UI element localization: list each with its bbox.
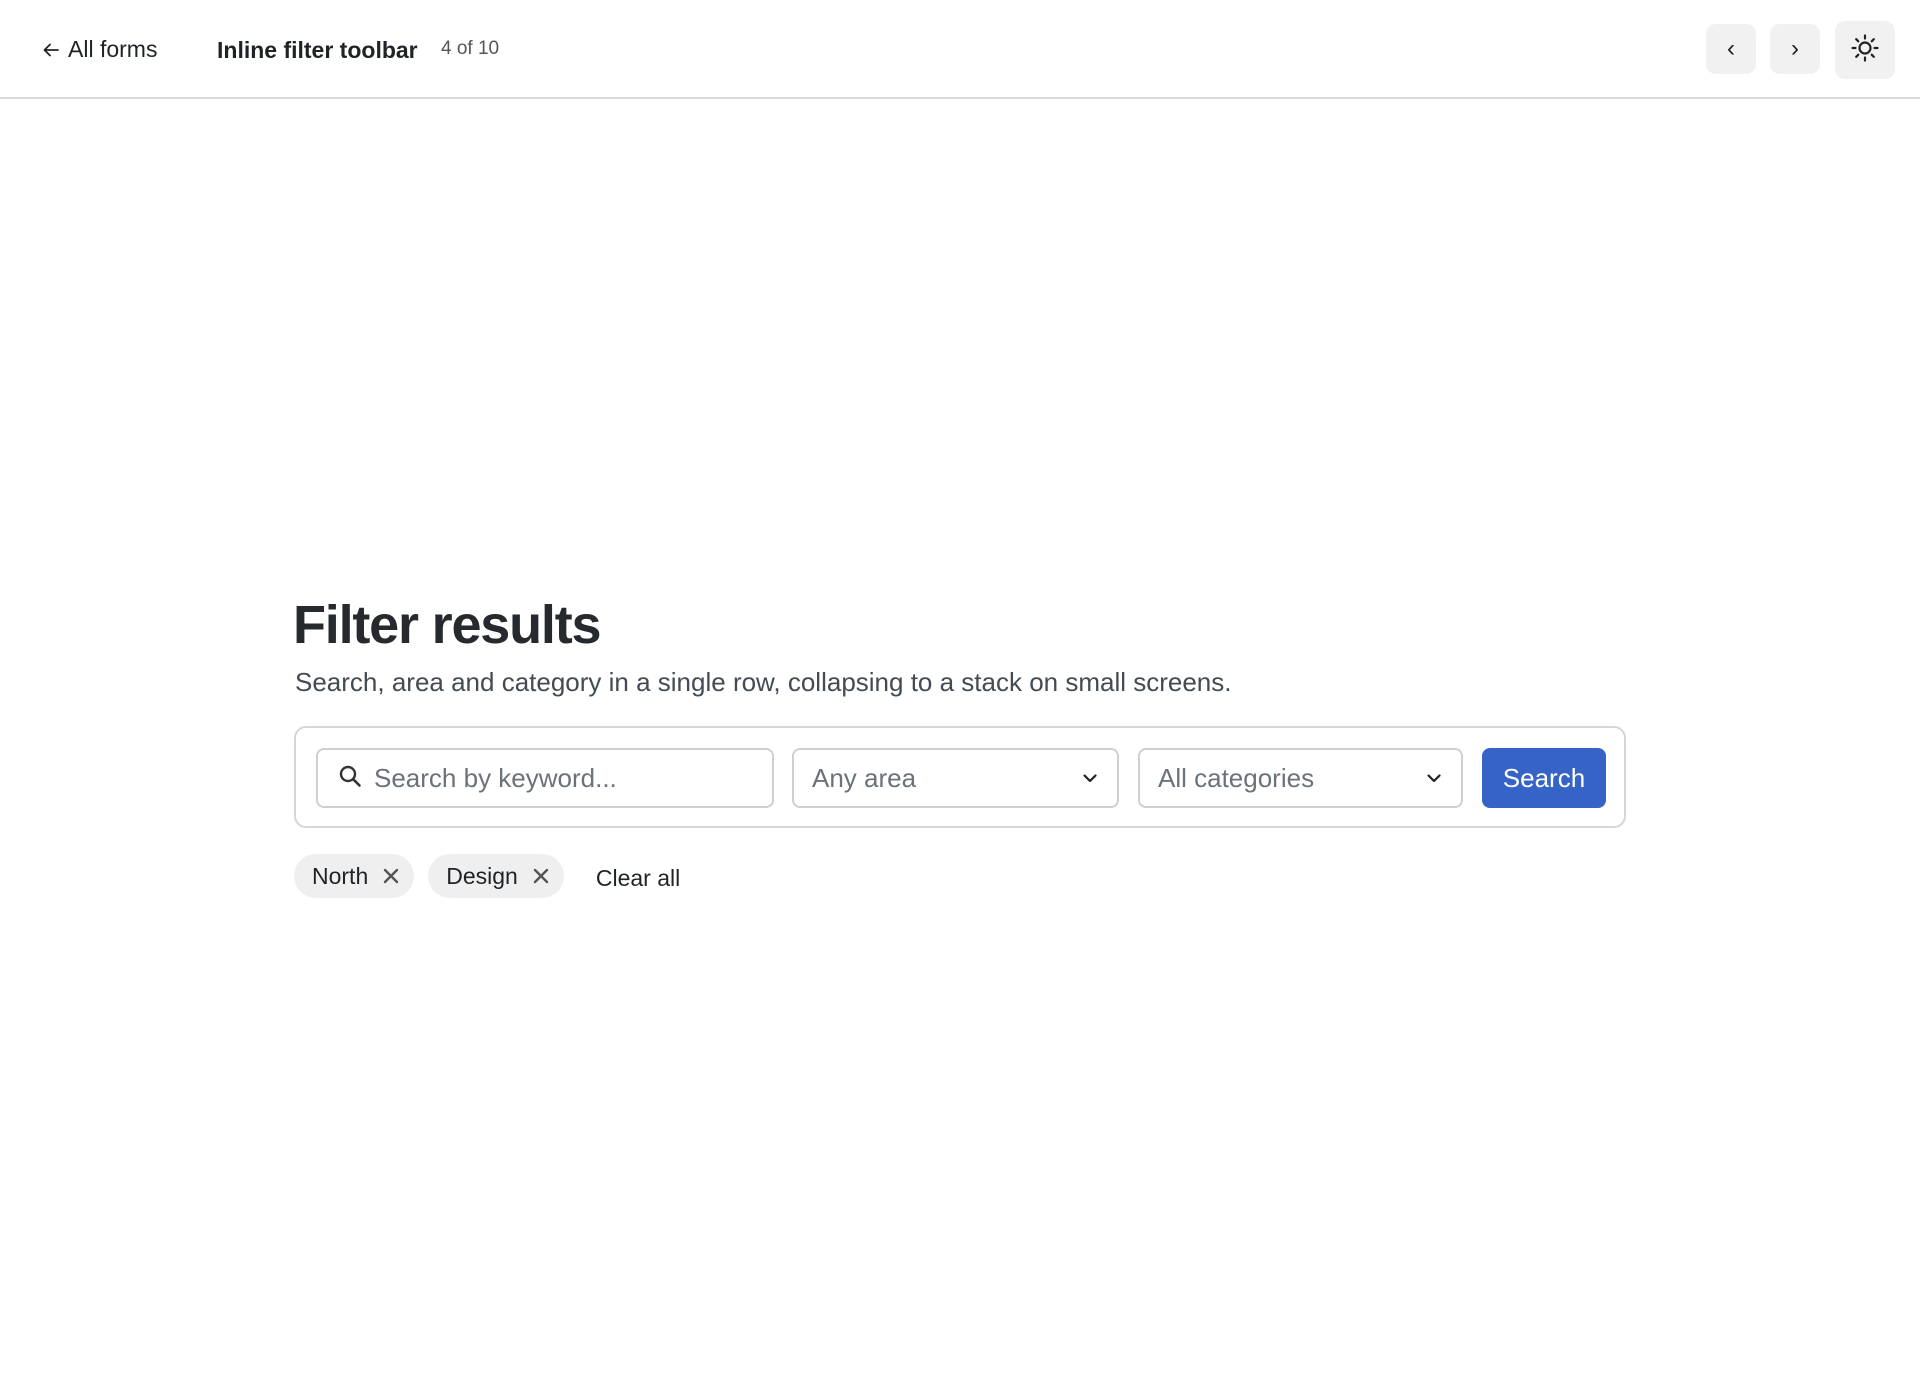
theme-toggle-button[interactable] bbox=[1835, 21, 1895, 79]
section-heading: Filter results bbox=[293, 595, 602, 655]
search-icon bbox=[338, 764, 362, 793]
area-select[interactable]: Any area bbox=[792, 748, 1119, 808]
filter-chip-north: North bbox=[294, 854, 415, 898]
filter-chip-design: Design bbox=[428, 854, 564, 898]
next-button[interactable]: › bbox=[1770, 24, 1820, 74]
chip-label: North bbox=[312, 862, 369, 889]
remove-chip-button[interactable] bbox=[382, 867, 400, 885]
area-select-value: Any area bbox=[812, 762, 917, 793]
chevron-down-icon bbox=[1425, 763, 1443, 794]
chip-label: Design bbox=[446, 862, 518, 889]
chevron-left-icon: ‹ bbox=[1727, 35, 1735, 62]
back-link-label: All forms bbox=[68, 36, 158, 62]
chevron-down-icon bbox=[1081, 763, 1099, 794]
page-title: Inline filter toolbar bbox=[217, 37, 418, 63]
category-select-value: All categories bbox=[1158, 762, 1315, 793]
back-to-all-forms-link[interactable]: All forms bbox=[42, 36, 157, 63]
remove-chip-button[interactable] bbox=[532, 867, 550, 885]
search-input[interactable] bbox=[372, 761, 756, 795]
arrow-left-icon bbox=[42, 41, 60, 59]
active-filter-chips: North Design Clear all bbox=[294, 854, 680, 898]
close-icon bbox=[384, 868, 399, 884]
category-select[interactable]: All categories bbox=[1138, 748, 1463, 808]
chevron-right-icon: › bbox=[1791, 35, 1799, 62]
sun-icon bbox=[1851, 33, 1879, 67]
filter-toolbar: Any area All categories Search bbox=[294, 726, 1626, 828]
page-counter: 4 of 10 bbox=[441, 38, 500, 59]
clear-all-button[interactable]: Clear all bbox=[596, 861, 680, 892]
search-field[interactable] bbox=[316, 748, 774, 808]
section-subtitle: Search, area and category in a single ro… bbox=[295, 667, 1232, 697]
close-icon bbox=[533, 868, 549, 884]
previous-button[interactable]: ‹ bbox=[1706, 24, 1756, 74]
top-bar: All forms Inline filter toolbar 4 of 10 … bbox=[0, 0, 1920, 99]
search-button[interactable]: Search bbox=[1482, 748, 1606, 808]
